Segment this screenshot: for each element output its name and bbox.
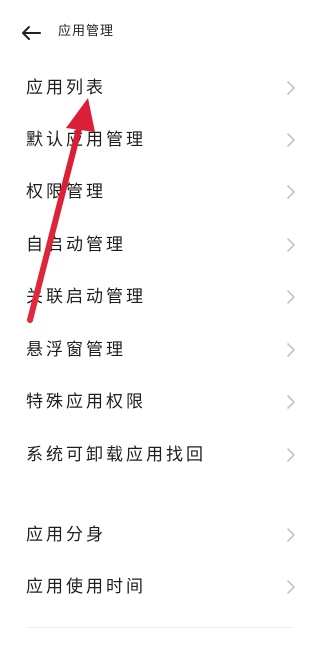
menu-item-label: 应用分身 xyxy=(26,525,106,545)
chevron-right-icon xyxy=(287,395,295,409)
chevron-right-icon xyxy=(287,580,295,594)
back-button[interactable] xyxy=(18,22,44,44)
menu-item-label: 特殊应用权限 xyxy=(26,392,146,412)
menu-item-label: 权限管理 xyxy=(26,182,106,202)
chevron-right-icon xyxy=(287,343,295,357)
menu-item-label: 悬浮窗管理 xyxy=(26,340,126,360)
chevron-right-icon xyxy=(287,238,295,252)
menu-item-special-permissions[interactable]: 特殊应用权限 xyxy=(0,376,320,428)
menu-item-app-usage-time[interactable]: 应用使用时间 xyxy=(0,561,320,613)
menu-item-floating-window[interactable]: 悬浮窗管理 xyxy=(0,324,320,376)
page-title: 应用管理 xyxy=(58,24,115,39)
menu-item-autostart[interactable]: 自启动管理 xyxy=(0,219,320,271)
menu-item-restore-system-apps[interactable]: 系统可卸载应用找回 xyxy=(0,429,320,481)
menu-item-app-clone[interactable]: 应用分身 xyxy=(0,509,320,561)
menu-item-default-apps[interactable]: 默认应用管理 xyxy=(0,114,320,166)
menu-item-label: 关联启动管理 xyxy=(26,287,146,307)
menu-item-label: 自启动管理 xyxy=(26,235,126,255)
chevron-right-icon xyxy=(287,528,295,542)
chevron-right-icon xyxy=(287,448,295,462)
chevron-right-icon xyxy=(287,81,295,95)
menu-item-label: 应用使用时间 xyxy=(26,577,146,597)
menu-item-permissions[interactable]: 权限管理 xyxy=(0,166,320,218)
chevron-right-icon xyxy=(287,133,295,147)
menu-item-associated-launch[interactable]: 关联启动管理 xyxy=(0,271,320,323)
arrow-left-icon xyxy=(22,26,41,40)
menu-item-label: 默认应用管理 xyxy=(26,130,146,150)
menu-item-label: 应用列表 xyxy=(26,78,106,98)
chevron-right-icon xyxy=(287,290,295,304)
menu-item-app-list[interactable]: 应用列表 xyxy=(0,62,320,114)
divider xyxy=(26,627,294,628)
app-header: 应用管理 xyxy=(0,0,320,62)
chevron-right-icon xyxy=(287,185,295,199)
menu-item-label: 系统可卸载应用找回 xyxy=(26,445,206,465)
